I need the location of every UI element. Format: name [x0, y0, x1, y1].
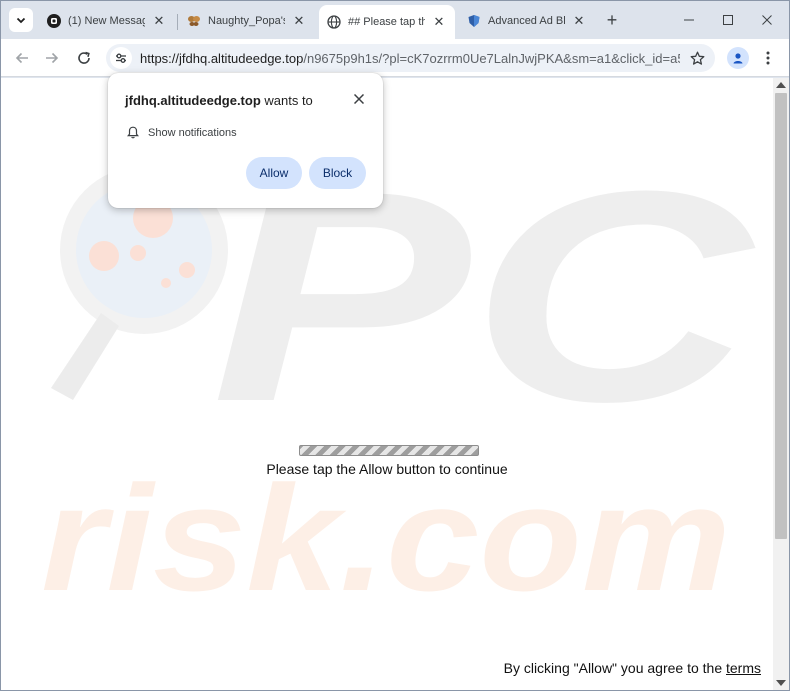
close-icon	[762, 15, 772, 25]
loading-bar	[299, 445, 479, 456]
terms-prefix: By clicking "Allow" you agree to the	[503, 660, 726, 676]
profile-button[interactable]	[727, 47, 749, 69]
prompt-close-button[interactable]	[349, 89, 369, 109]
chevron-down-icon	[16, 17, 26, 24]
reload-icon	[78, 51, 90, 64]
close-tab-icon[interactable]: ✕	[571, 13, 587, 29]
arrow-left-icon	[15, 52, 28, 64]
terms-link[interactable]: terms	[726, 660, 761, 676]
tab-title: (1) New Message!	[68, 15, 145, 27]
scroll-thumb[interactable]	[775, 93, 787, 539]
browser-window: (1) New Message! ✕ Naughty_Popa's Fa ✕ #…	[0, 0, 790, 691]
tab-search-button[interactable]	[9, 8, 33, 32]
close-icon	[354, 94, 364, 104]
minimize-icon	[684, 19, 694, 21]
watermark-risk: risk.com	[41, 454, 731, 622]
arrow-right-icon	[46, 52, 59, 64]
tab-divider	[177, 14, 178, 30]
url-text[interactable]: https://jfdhq.altitudeedge.top/n9675p9h1…	[140, 51, 680, 66]
tab-strip: (1) New Message! ✕ Naughty_Popa's Fa ✕ #…	[1, 1, 789, 39]
navigation-toolbar: https://jfdhq.altitudeedge.top/n9675p9h1…	[1, 39, 789, 77]
terms-notice: By clicking "Allow" you agree to the ter…	[504, 660, 761, 676]
new-tab-button[interactable]: +	[601, 9, 623, 31]
tab-naughty-popa[interactable]: Naughty_Popa's Fa ✕	[179, 7, 315, 35]
scroll-up-arrow-icon[interactable]	[776, 82, 786, 88]
minimize-button[interactable]	[678, 9, 700, 31]
close-tab-icon[interactable]: ✕	[291, 13, 307, 29]
tab-title: Advanced Ad Blo	[488, 15, 565, 27]
shield-icon	[467, 14, 481, 28]
maximize-icon	[723, 15, 733, 25]
url-host: https://jfdhq.altitudeedge.top	[140, 50, 304, 66]
address-bar[interactable]: https://jfdhq.altitudeedge.top/n9675p9h1…	[106, 44, 715, 72]
kebab-menu-icon	[766, 51, 770, 65]
prompt-title: jfdhq.altitudeedge.top wants to	[125, 93, 313, 108]
prompt-wants-to: wants to	[260, 93, 313, 108]
close-tab-icon[interactable]: ✕	[151, 13, 167, 29]
tune-icon	[116, 53, 126, 63]
site-controls-button[interactable]	[110, 47, 132, 69]
notification-permission-prompt: jfdhq.altitudeedge.top wants to Show not…	[108, 73, 383, 208]
reload-button[interactable]	[73, 47, 95, 69]
allow-button[interactable]: Allow	[246, 157, 302, 189]
maximize-button[interactable]	[717, 9, 739, 31]
instruction-message: Please tap the Allow button to continue	[266, 461, 508, 477]
person-icon	[733, 53, 743, 64]
tab-advanced-ad-blocker[interactable]: Advanced Ad Blo ✕	[459, 7, 595, 35]
close-window-button[interactable]	[756, 9, 778, 31]
bell-icon	[127, 126, 139, 139]
tab-please-tap[interactable]: ## Please tap the A ✕	[319, 5, 455, 39]
messenger-icon	[47, 14, 61, 28]
close-tab-icon[interactable]: ✕	[431, 14, 447, 30]
butterfly-icon	[187, 14, 201, 28]
tab-title: Naughty_Popa's Fa	[208, 15, 285, 27]
forward-button[interactable]	[41, 47, 63, 69]
tab-new-message[interactable]: (1) New Message! ✕	[39, 7, 175, 35]
url-path: /n9675p9h1s/?pl=cK7ozrrm0Ue7LalnJwjPKA&s…	[303, 50, 680, 66]
tab-title: ## Please tap the A	[348, 16, 425, 28]
star-icon	[690, 51, 704, 65]
page-scrollbar[interactable]	[773, 78, 789, 690]
bookmark-button[interactable]	[687, 48, 707, 68]
block-button[interactable]: Block	[309, 157, 366, 189]
more-menu-button[interactable]	[758, 47, 778, 69]
permission-row: Show notifications	[127, 126, 237, 139]
permission-label: Show notifications	[148, 126, 237, 139]
prompt-site: jfdhq.altitudeedge.top	[125, 93, 261, 108]
back-button[interactable]	[11, 47, 33, 69]
globe-icon	[327, 15, 341, 29]
scroll-down-arrow-icon[interactable]	[776, 680, 786, 686]
